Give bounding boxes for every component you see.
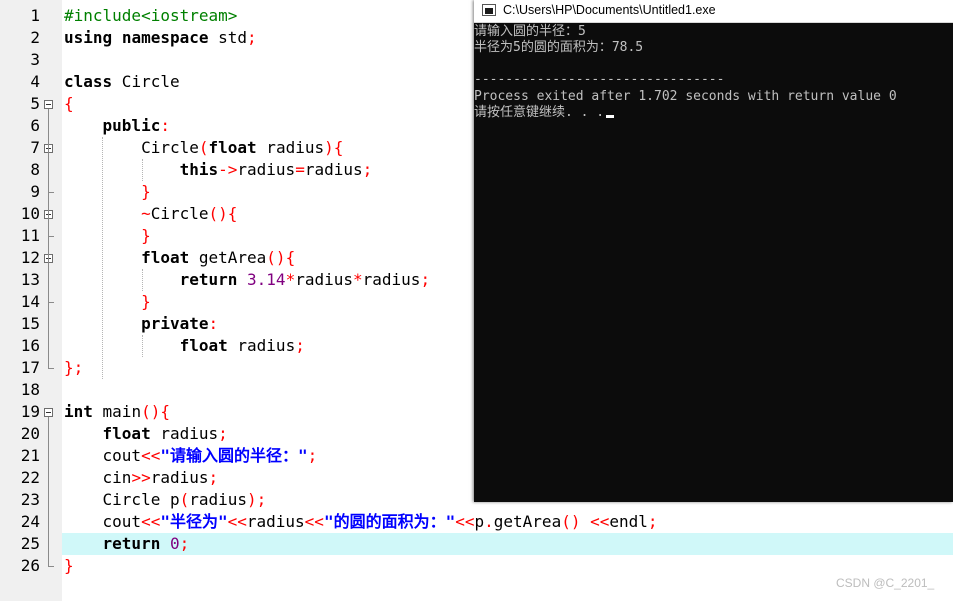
code-line[interactable]: #include<iostream> [64, 5, 237, 27]
code-line[interactable]: float radius; [64, 423, 228, 445]
code-line[interactable]: using namespace std; [64, 27, 257, 49]
code-line[interactable]: public: [64, 115, 170, 137]
console-line: 半径为5的圆的面积为：78.5 [474, 40, 644, 55]
console-window[interactable]: C:\Users\HP\Documents\Untitled1.exe 请输入圆… [474, 0, 953, 502]
fold-range-line [48, 109, 49, 368]
line-number: 1 [30, 6, 40, 25]
console-cursor [606, 115, 615, 118]
line-number: 20 [20, 424, 40, 443]
fold-range-line [48, 263, 49, 302]
code-line[interactable]: } [64, 181, 151, 203]
line-number: 15 [20, 314, 40, 333]
code-line[interactable]: private: [64, 313, 218, 335]
code-line[interactable]: ~Circle(){ [64, 203, 237, 225]
line-number-gutter: 1 2 3 4 5 6 7 8 9 10 11 12 13 14 15 16 17 18 19 20 21 22 23 24 2… [0, 0, 62, 601]
code-line[interactable]: }; [64, 357, 83, 379]
line-number: 14 [20, 292, 40, 311]
indent-guide [142, 269, 143, 291]
line-number: 21 [20, 446, 40, 465]
fold-end-marker [48, 192, 54, 193]
line-number: 22 [20, 468, 40, 487]
line-number: 9 [30, 182, 40, 201]
line-number: 25 [20, 534, 40, 553]
watermark: CSDN @C_2201_ [836, 576, 935, 590]
line-number: 10 [20, 204, 40, 223]
console-prompt: 请按任意键继续. . . [474, 105, 605, 120]
fold-end-marker [48, 368, 54, 369]
console-title: C:\Users\HP\Documents\Untitled1.exe [503, 3, 716, 17]
line-number: 17 [20, 358, 40, 377]
line-number: 6 [30, 116, 40, 135]
fold-range-line [48, 219, 49, 236]
code-line[interactable]: float getArea(){ [64, 247, 295, 269]
line-number: 24 [20, 512, 40, 531]
fold-range-line [48, 417, 49, 566]
line-number: 16 [20, 336, 40, 355]
fold-toggle-icon[interactable] [44, 100, 53, 109]
line-number: 8 [30, 160, 40, 179]
line-number: 3 [30, 50, 40, 69]
line-number: 18 [20, 380, 40, 399]
code-line[interactable]: return 3.14*radius*radius; [64, 269, 430, 291]
code-line[interactable]: class Circle [64, 71, 180, 93]
code-line[interactable]: Circle(float radius){ [64, 137, 343, 159]
code-line[interactable]: cin>>radius; [64, 467, 219, 489]
code-line[interactable]: cout<<"请输入圆的半径："; [64, 445, 318, 467]
console-separator: -------------------------------- [474, 72, 725, 87]
code-line[interactable]: return 0; [64, 533, 190, 555]
line-number: 7 [30, 138, 40, 157]
line-number: 4 [30, 72, 40, 91]
line-number: 11 [20, 226, 40, 245]
code-line[interactable]: Circle p(radius); [64, 489, 267, 511]
code-line[interactable]: } [64, 225, 151, 247]
line-number: 23 [20, 490, 40, 509]
line-number: 19 [20, 402, 40, 421]
indent-guide [102, 137, 103, 379]
console-line: Process exited after 1.702 seconds with … [474, 89, 897, 104]
console-titlebar[interactable]: C:\Users\HP\Documents\Untitled1.exe [474, 0, 953, 23]
line-number: 2 [30, 28, 40, 47]
line-number: 12 [20, 248, 40, 267]
console-prompt-line: 请按任意键继续. . . [474, 105, 615, 121]
fold-end-marker [48, 236, 54, 237]
indent-guide [142, 159, 143, 181]
line-number: 26 [20, 556, 40, 575]
code-line[interactable]: { [64, 93, 74, 115]
code-line[interactable]: } [64, 555, 74, 577]
active-line-highlight [62, 533, 953, 555]
code-line[interactable]: this->radius=radius; [64, 159, 373, 181]
console-line: 请输入圆的半径：5 [474, 24, 586, 39]
line-number: 5 [30, 94, 40, 113]
code-line[interactable]: cout<<"半径为"<<radius<<"的圆的面积为："<<p.getAre… [64, 511, 658, 533]
code-line[interactable]: float radius; [64, 335, 305, 357]
fold-toggle-icon[interactable] [44, 408, 53, 417]
indent-guide [142, 335, 143, 357]
console-app-icon [482, 4, 496, 16]
fold-end-marker [48, 302, 54, 303]
fold-range-line [48, 153, 49, 192]
code-line[interactable]: int main(){ [64, 401, 170, 423]
line-number: 13 [20, 270, 40, 289]
code-line[interactable]: } [64, 291, 151, 313]
fold-end-marker [48, 566, 54, 567]
